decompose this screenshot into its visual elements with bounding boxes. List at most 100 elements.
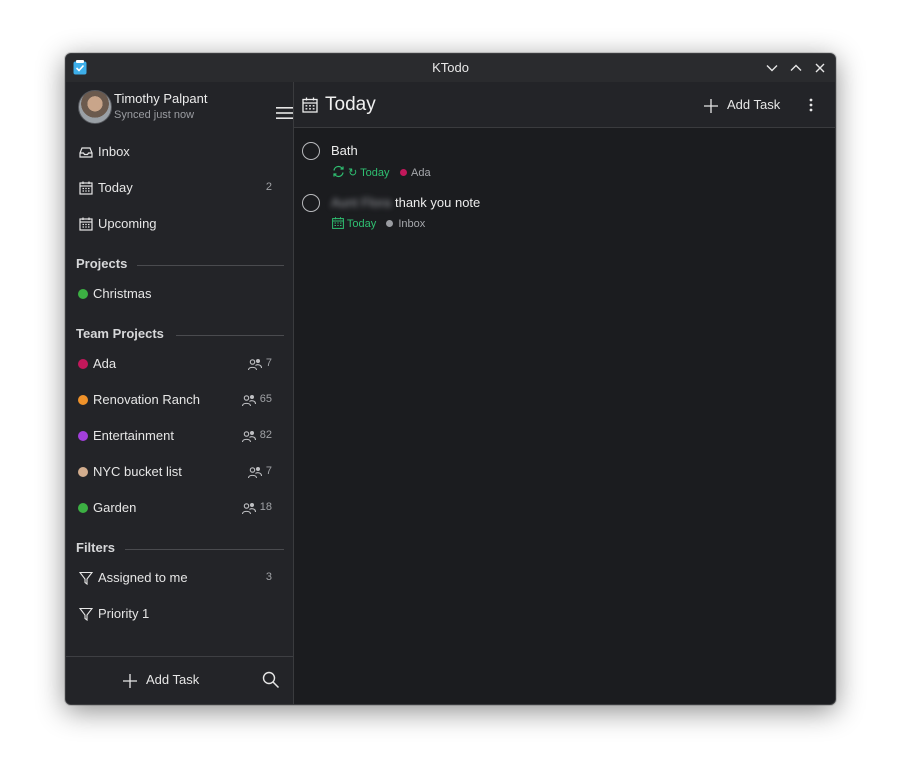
- main-panel: Today Add Task Bath ↻ Today Ada Aunt Flo…: [294, 82, 835, 704]
- app-window: KTodo Timothy Palpant Synced just now In…: [65, 53, 836, 705]
- item-count: 82: [259, 429, 272, 441]
- maximize-button[interactable]: [788, 60, 804, 76]
- hamburger-menu-icon[interactable]: [276, 106, 293, 120]
- task-project: Inbox: [398, 218, 426, 230]
- sidebar-item-label: Entertainment: [93, 428, 174, 443]
- item-count: 18: [259, 501, 272, 513]
- project-color-dot: [78, 289, 88, 299]
- task-item[interactable]: Aunt Flora thank you note Today Inbox: [294, 187, 835, 237]
- sidebar-item-garden[interactable]: Garden 18: [66, 493, 293, 523]
- section-label: Projects: [76, 256, 128, 271]
- divider: [125, 549, 284, 550]
- chevron-down-icon: [766, 65, 778, 72]
- section-filters: Filters: [76, 540, 284, 558]
- task-title: Bath: [331, 143, 358, 158]
- calendar-icon: [332, 217, 344, 229]
- sidebar-item-label: Christmas: [93, 286, 152, 301]
- sidebar-item-label: Upcoming: [98, 216, 157, 231]
- task-checkbox[interactable]: [302, 194, 320, 212]
- chevron-up-icon: [790, 64, 802, 71]
- task-title: Aunt Flora thank you note: [331, 195, 480, 210]
- project-color-dot: [78, 467, 88, 477]
- task-meta: ↻ Today Ada: [332, 165, 431, 181]
- item-count: 65: [259, 393, 272, 405]
- filter-icon: [79, 607, 93, 621]
- item-count: 2: [265, 181, 272, 193]
- task-item[interactable]: Bath ↻ Today Ada: [294, 135, 835, 185]
- task-title-text: thank you note: [394, 195, 481, 210]
- inbox-icon: [79, 147, 93, 158]
- more-options-icon[interactable]: [806, 97, 816, 113]
- sidebar-item-assigned-to-me[interactable]: Assigned to me 3: [66, 563, 293, 593]
- task-project: Ada: [411, 167, 431, 179]
- task-title-text: Bath: [331, 143, 358, 158]
- divider: [176, 335, 284, 336]
- sidebar-item-renovation-ranch[interactable]: Renovation Ranch 65: [66, 385, 293, 415]
- add-task-label: Add Task: [146, 672, 200, 687]
- sidebar-item-priority-1[interactable]: Priority 1: [66, 599, 293, 629]
- sidebar-item-label: NYC bucket list: [93, 464, 182, 479]
- sidebar-item-label: Ada: [93, 356, 117, 371]
- plus-icon: [704, 99, 718, 113]
- add-task-button[interactable]: Add Task: [122, 671, 212, 691]
- divider: [137, 265, 284, 266]
- search-icon[interactable]: [262, 671, 280, 689]
- team-icon: [248, 359, 262, 371]
- sidebar-item-christmas[interactable]: Christmas: [66, 279, 293, 309]
- sidebar-item-label: Assigned to me: [98, 570, 188, 585]
- calendar-icon: [79, 217, 93, 231]
- repeat-icon: [333, 165, 344, 178]
- window-title: KTodo: [432, 60, 469, 75]
- sidebar-item-upcoming[interactable]: Upcoming: [66, 209, 293, 239]
- sidebar-item-label: Inbox: [98, 144, 130, 159]
- filter-icon: [79, 571, 93, 585]
- redacted-text: Aunt Flora: [331, 195, 391, 210]
- calendar-icon: [79, 181, 93, 195]
- sidebar-footer: Add Task: [66, 656, 293, 704]
- sidebar-item-label: Priority 1: [98, 606, 150, 621]
- sidebar-item-ada[interactable]: Ada 7: [66, 349, 293, 379]
- calendar-icon: [302, 97, 318, 113]
- section-projects: Projects: [76, 256, 284, 274]
- project-color-dot: [78, 359, 88, 369]
- sidebar-item-label: Today: [98, 180, 133, 195]
- due-date: Today: [346, 218, 377, 230]
- project-color-dot: [399, 169, 407, 176]
- user-profile[interactable]: Timothy Palpant Synced just now: [78, 90, 293, 124]
- team-icon: [248, 467, 262, 479]
- page-title: Today: [325, 94, 376, 115]
- add-task-button[interactable]: Add Task: [703, 96, 793, 116]
- section-team-projects: Team Projects: [76, 326, 284, 344]
- section-label: Team Projects: [76, 326, 164, 341]
- task-checkbox[interactable]: [302, 142, 320, 160]
- sync-status: Synced just now: [114, 109, 195, 121]
- sidebar-item-today[interactable]: Today 2: [66, 173, 293, 203]
- project-color-dot: [78, 431, 88, 441]
- title-bar[interactable]: KTodo: [66, 54, 835, 83]
- close-icon: [815, 63, 825, 73]
- project-color-dot: [78, 503, 88, 513]
- project-color-dot: [386, 220, 394, 227]
- minimize-button[interactable]: [764, 60, 780, 76]
- user-name: Timothy Palpant: [114, 91, 208, 106]
- sidebar-item-label: Garden: [93, 500, 137, 515]
- sidebar-item-entertainment[interactable]: Entertainment 82: [66, 421, 293, 451]
- sidebar: Timothy Palpant Synced just now Inbox To…: [66, 82, 294, 704]
- close-button[interactable]: [812, 60, 828, 76]
- item-count: 3: [265, 571, 272, 583]
- sidebar-item-nyc-bucket-list[interactable]: NYC bucket list 7: [66, 457, 293, 487]
- due-date: ↻ Today: [348, 167, 390, 179]
- task-meta: Today Inbox: [332, 217, 425, 233]
- section-label: Filters: [76, 540, 116, 555]
- avatar: [78, 90, 112, 124]
- add-task-label: Add Task: [727, 97, 781, 112]
- item-count: 7: [265, 357, 272, 369]
- project-color-dot: [78, 395, 88, 405]
- page-header: Today Add Task: [294, 82, 835, 128]
- item-count: 7: [265, 465, 272, 477]
- sidebar-item-label: Renovation Ranch: [93, 392, 200, 407]
- team-icon: [242, 395, 256, 407]
- sidebar-item-inbox[interactable]: Inbox: [66, 137, 293, 167]
- team-icon: [242, 503, 256, 515]
- team-icon: [242, 431, 256, 443]
